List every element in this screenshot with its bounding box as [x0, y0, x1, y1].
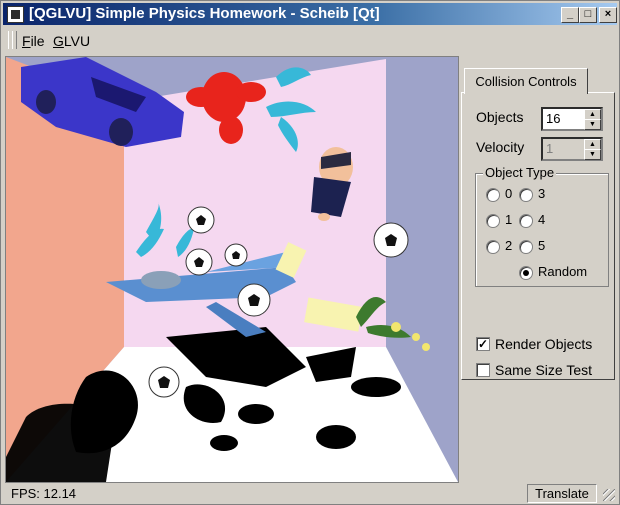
object-type-1-radio[interactable] — [486, 214, 500, 228]
collision-controls-panel: Collision Controls Objects 16 ▲ ▼ Veloci… — [460, 56, 616, 481]
object-type-2-label: 2 — [505, 238, 513, 253]
gl-viewport[interactable] — [5, 56, 459, 483]
objects-value[interactable]: 16 — [546, 111, 560, 126]
app-window: [QGLVU] Simple Physics Homework - Scheib… — [0, 0, 620, 505]
menu-glvu-label: LVU — [63, 33, 91, 49]
maximize-button[interactable]: □ — [579, 7, 597, 23]
window-title: [QGLVU] Simple Physics Homework - Scheib… — [29, 5, 380, 22]
velocity-label: Velocity — [476, 139, 525, 155]
same-size-test-label: Same Size Test — [495, 362, 593, 378]
objects-spin-down[interactable]: ▼ — [584, 119, 601, 130]
velocity-spin-down[interactable]: ▼ — [584, 149, 601, 160]
menu-file-label: ile — [30, 33, 45, 49]
mode-indicator: Translate — [527, 484, 597, 503]
title-bar[interactable]: [QGLVU] Simple Physics Homework - Scheib… — [3, 3, 617, 25]
same-size-test-checkbox[interactable] — [476, 363, 490, 377]
object-type-4-label: 4 — [538, 212, 546, 227]
menu-glvu[interactable]: GLVU — [53, 33, 90, 49]
object-type-5-radio[interactable] — [519, 240, 533, 254]
render-objects-label: Render Objects — [495, 336, 593, 352]
object-type-0-radio[interactable] — [486, 188, 500, 202]
render-objects-checkbox[interactable]: ✓ — [476, 337, 490, 351]
physics-scene[interactable] — [6, 57, 458, 482]
object-type-2-radio[interactable] — [486, 240, 500, 254]
minimize-button[interactable]: _ — [561, 7, 579, 23]
object-type-0-label: 0 — [505, 186, 513, 201]
tab-collision-controls[interactable]: Collision Controls — [464, 68, 588, 94]
object-type-4-radio[interactable] — [519, 214, 533, 228]
object-type-title: Object Type — [483, 165, 557, 180]
toolbar-grip[interactable] — [12, 31, 17, 49]
object-type-3-radio[interactable] — [519, 188, 533, 202]
menu-glvu-mnemonic: G — [53, 33, 64, 49]
object-type-1-label: 1 — [505, 212, 513, 227]
object-type-random-label: Random — [538, 264, 588, 279]
tab-page: Objects 16 ▲ ▼ Velocity 1 ▲ ▼ Object Typ… — [461, 92, 615, 380]
menu-file-mnemonic: F — [22, 33, 31, 49]
object-type-5-label: 5 — [538, 238, 546, 253]
object-type-random-radio[interactable] — [519, 266, 533, 280]
resize-grip-icon[interactable] — [603, 489, 615, 501]
menu-file[interactable]: File — [22, 33, 45, 49]
close-button[interactable]: × — [599, 7, 617, 23]
status-bar: FPS: 12.14 Translate — [3, 483, 617, 503]
velocity-spinbox[interactable]: 1 ▲ ▼ — [541, 137, 603, 161]
object-type-group: Object Type 0 1 2 3 4 5 Random — [475, 165, 609, 287]
fps-readout: FPS: 12.14 — [11, 486, 77, 501]
velocity-value[interactable]: 1 — [546, 141, 553, 156]
app-icon[interactable] — [7, 6, 24, 23]
objects-spinbox[interactable]: 16 ▲ ▼ — [541, 107, 603, 131]
objects-label: Objects — [476, 109, 524, 125]
object-type-3-label: 3 — [538, 186, 546, 201]
menu-bar: File GLVU — [3, 28, 617, 52]
